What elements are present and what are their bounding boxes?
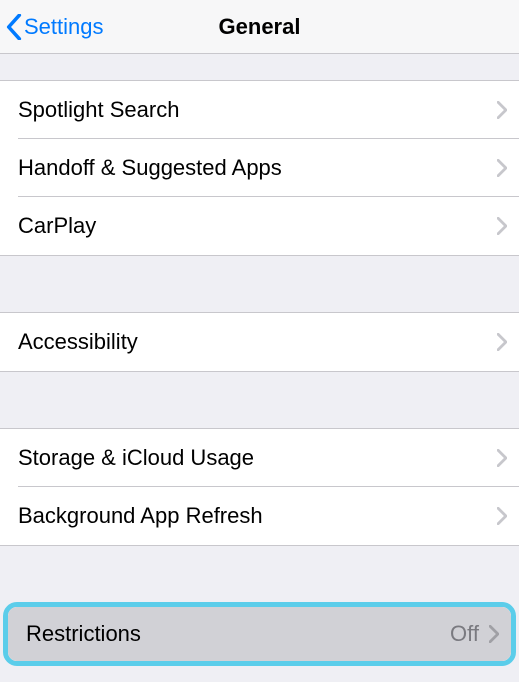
table-group-1: Spotlight Search Handoff & Suggested App… — [0, 80, 519, 256]
highlight-annotation: Restrictions Off — [3, 602, 516, 666]
chevron-right-icon — [497, 507, 507, 525]
cell-label: CarPlay — [18, 213, 497, 239]
cell-label: Accessibility — [18, 329, 497, 355]
chevron-right-icon — [489, 625, 499, 643]
cell-carplay[interactable]: CarPlay — [0, 197, 519, 255]
back-label: Settings — [24, 14, 104, 40]
cell-label: Handoff & Suggested Apps — [18, 155, 497, 181]
chevron-right-icon — [497, 159, 507, 177]
nav-bar: Settings General — [0, 0, 519, 54]
table-group-2: Accessibility — [0, 312, 519, 372]
chevron-right-icon — [497, 333, 507, 351]
cell-label: Spotlight Search — [18, 97, 497, 123]
cell-accessibility[interactable]: Accessibility — [0, 313, 519, 371]
group-spacer — [0, 54, 519, 80]
cell-label: Background App Refresh — [18, 503, 497, 529]
table-group-4: Restrictions Off — [8, 607, 511, 661]
group-spacer — [0, 372, 519, 428]
chevron-right-icon — [497, 449, 507, 467]
cell-label: Storage & iCloud Usage — [18, 445, 497, 471]
cell-handoff-suggested-apps[interactable]: Handoff & Suggested Apps — [0, 139, 519, 197]
cell-background-app-refresh[interactable]: Background App Refresh — [0, 487, 519, 545]
chevron-right-icon — [497, 217, 507, 235]
group-spacer — [0, 546, 519, 602]
cell-label: Restrictions — [26, 621, 450, 647]
chevron-right-icon — [497, 101, 507, 119]
cell-value: Off — [450, 621, 479, 647]
cell-storage-icloud-usage[interactable]: Storage & iCloud Usage — [0, 429, 519, 487]
cell-restrictions[interactable]: Restrictions Off — [8, 607, 511, 661]
back-button[interactable]: Settings — [0, 14, 104, 40]
cell-spotlight-search[interactable]: Spotlight Search — [0, 81, 519, 139]
chevron-left-icon — [6, 14, 22, 40]
group-spacer — [0, 256, 519, 312]
table-group-3: Storage & iCloud Usage Background App Re… — [0, 428, 519, 546]
